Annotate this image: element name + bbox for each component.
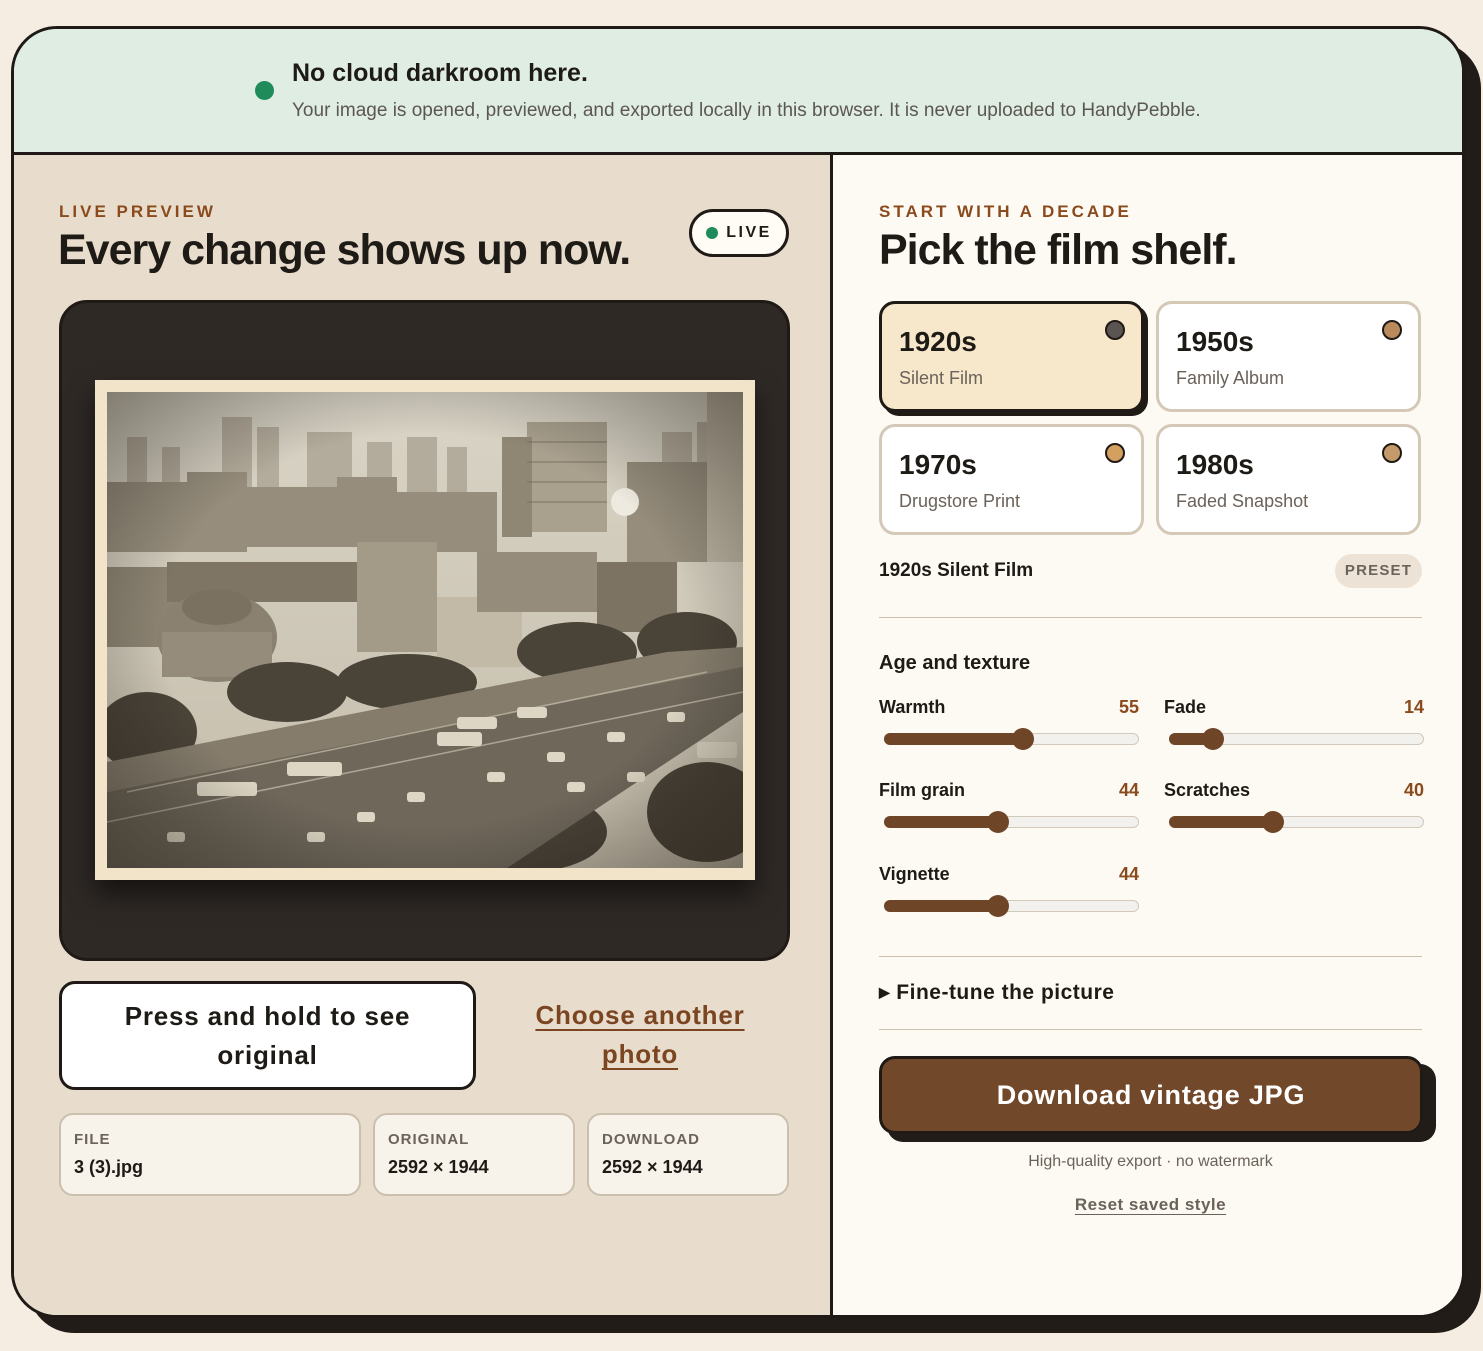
slider-value: 14 bbox=[1403, 697, 1424, 717]
slider-fill bbox=[884, 816, 997, 828]
slider-value: 40 bbox=[1403, 780, 1424, 800]
warmth-slider[interactable]: Warmth 55 bbox=[879, 697, 1139, 757]
film-grain-slider[interactable]: Film grain 44 bbox=[879, 780, 1139, 840]
status-dot-icon bbox=[255, 81, 274, 100]
slider-label: Warmth bbox=[879, 697, 946, 717]
preview-stage bbox=[59, 300, 790, 961]
swatch-icon bbox=[1105, 443, 1125, 463]
slider-fill bbox=[884, 733, 1023, 745]
file-name: 3 (3).jpg bbox=[74, 1157, 144, 1177]
vignette-slider[interactable]: Vignette 44 bbox=[879, 864, 1139, 924]
decade-name: Family Album bbox=[1176, 368, 1285, 388]
swatch-icon bbox=[1382, 443, 1402, 463]
file-info: FILE 3 (3).jpg bbox=[59, 1113, 361, 1196]
download-label: DOWNLOAD bbox=[602, 1131, 700, 1148]
city-photo-icon bbox=[107, 392, 743, 868]
slider-track[interactable] bbox=[884, 811, 1139, 833]
decade-card-1970s[interactable]: 1970s Drugstore Print bbox=[879, 424, 1144, 535]
slider-value: 55 bbox=[1118, 697, 1139, 717]
slider-label: Film grain bbox=[879, 780, 966, 800]
banner-text: Your image is opened, previewed, and exp… bbox=[292, 100, 1201, 121]
swatch-icon bbox=[1382, 320, 1402, 340]
fine-tune-toggle[interactable]: ▶ Fine-tune the picture bbox=[879, 981, 1114, 1005]
slider-thumb[interactable] bbox=[986, 811, 1009, 833]
scratches-slider[interactable]: Scratches 40 bbox=[1164, 780, 1424, 840]
preset-name: 1920s Silent Film bbox=[879, 560, 1034, 581]
decade-card-1920s[interactable]: 1920s Silent Film bbox=[879, 301, 1144, 412]
preset-badge: PRESET bbox=[1335, 554, 1422, 588]
slider-value: 44 bbox=[1118, 780, 1139, 800]
preview-eyebrow: LIVE PREVIEW bbox=[59, 202, 216, 221]
export-note: High-quality export · no watermark bbox=[1028, 1153, 1273, 1170]
divider bbox=[879, 617, 1422, 618]
divider bbox=[879, 956, 1422, 957]
download-size: 2592 × 1944 bbox=[602, 1157, 703, 1177]
original-size: 2592 × 1944 bbox=[388, 1157, 489, 1177]
slider-label: Fade bbox=[1164, 697, 1207, 717]
preview-panel: LIVE PREVIEW Every change shows up now. … bbox=[14, 155, 833, 1315]
slider-fill bbox=[884, 900, 997, 912]
slider-track[interactable] bbox=[884, 895, 1139, 917]
slider-track[interactable] bbox=[1169, 728, 1424, 750]
download-button[interactable]: Download vintage JPG bbox=[879, 1056, 1423, 1134]
slider-thumb[interactable] bbox=[1012, 728, 1035, 750]
decade-name: Silent Film bbox=[899, 368, 984, 388]
slider-thumb[interactable] bbox=[1202, 728, 1225, 750]
live-badge: LIVE bbox=[689, 209, 789, 257]
slider-thumb[interactable] bbox=[1262, 811, 1285, 833]
decade-name: Drugstore Print bbox=[899, 491, 1021, 511]
download-size-info: DOWNLOAD 2592 × 1944 bbox=[587, 1113, 789, 1196]
slider-value: 44 bbox=[1118, 864, 1139, 884]
live-badge-label: LIVE bbox=[726, 224, 772, 241]
privacy-banner: No cloud darkroom here. Your image is op… bbox=[14, 29, 1462, 155]
decade-name: Faded Snapshot bbox=[1176, 491, 1309, 511]
fine-tune-label: Fine-tune the picture bbox=[896, 981, 1115, 1004]
slider-label: Scratches bbox=[1164, 780, 1251, 800]
shelf-headline: Pick the film shelf. bbox=[879, 226, 1238, 274]
preview-image bbox=[107, 392, 743, 868]
slider-track[interactable] bbox=[884, 728, 1139, 750]
hold-to-compare-button[interactable]: Press and hold to see original bbox=[59, 981, 476, 1090]
photo-frame bbox=[95, 380, 755, 880]
slider-fill bbox=[1169, 816, 1273, 828]
file-label: FILE bbox=[74, 1131, 111, 1148]
swatch-icon bbox=[1105, 320, 1125, 340]
preview-headline: Every change shows up now. bbox=[58, 226, 631, 274]
decade-card-1980s[interactable]: 1980s Faded Snapshot bbox=[1156, 424, 1421, 535]
age-texture-title: Age and texture bbox=[879, 652, 1031, 674]
banner-title: No cloud darkroom here. bbox=[292, 59, 588, 87]
decade-card-1950s[interactable]: 1950s Family Album bbox=[1156, 301, 1421, 412]
caret-right-icon: ▶ bbox=[879, 984, 891, 1000]
slider-label: Vignette bbox=[879, 864, 950, 884]
divider bbox=[879, 1029, 1422, 1030]
slider-thumb[interactable] bbox=[986, 895, 1009, 917]
slider-track[interactable] bbox=[1169, 811, 1424, 833]
live-dot-icon bbox=[706, 227, 719, 239]
reset-style-link[interactable]: Reset saved style bbox=[879, 1195, 1422, 1215]
choose-another-photo-link[interactable]: Choose another photo bbox=[514, 996, 766, 1074]
fade-slider[interactable]: Fade 14 bbox=[1164, 697, 1424, 757]
original-label: ORIGINAL bbox=[388, 1131, 470, 1148]
original-size-info: ORIGINAL 2592 × 1944 bbox=[373, 1113, 575, 1196]
app-card: No cloud darkroom here. Your image is op… bbox=[11, 26, 1465, 1318]
shelf-eyebrow: START WITH A DECADE bbox=[879, 202, 1132, 221]
controls-panel: START WITH A DECADE Pick the film shelf.… bbox=[836, 155, 1462, 1315]
